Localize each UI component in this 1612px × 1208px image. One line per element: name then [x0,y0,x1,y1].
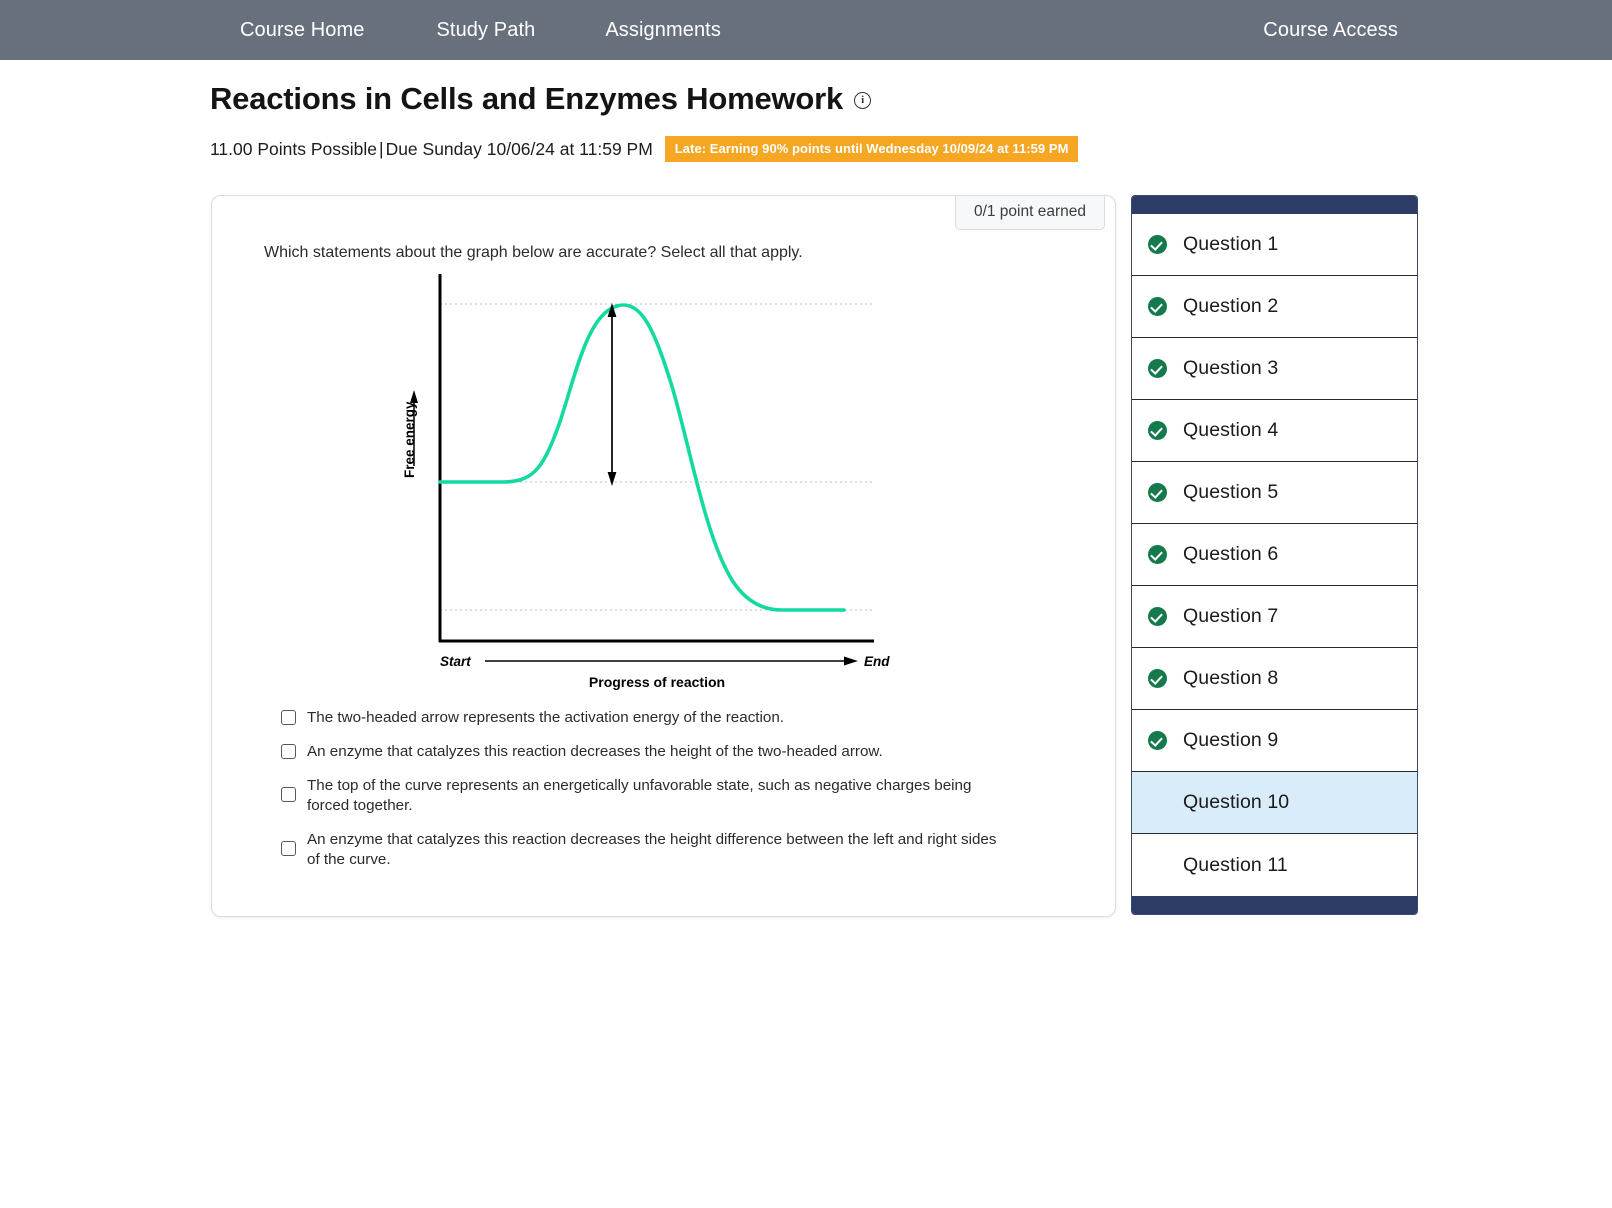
page-title: Reactions in Cells and Enzymes Homework … [210,81,1460,116]
nav-item-assignments[interactable]: Assignments [605,20,721,40]
option-row-1[interactable]: The two-headed arrow represents the acti… [281,708,1081,728]
qnav-item-question-1[interactable]: Question 1 [1132,214,1417,276]
qnav-label: Question 4 [1183,419,1279,441]
check-placeholder [1148,856,1167,875]
info-circle-icon[interactable]: i [854,91,872,109]
qnav-item-question-5[interactable]: Question 5 [1132,462,1417,524]
points-possible-label: 11.00 Points Possible [210,138,378,159]
qnav-item-question-11[interactable]: Question 11 [1132,834,1417,896]
option-row-4[interactable]: An enzyme that catalyzes this reaction d… [281,830,1081,870]
qnav-label: Question 11 [1183,853,1288,876]
check-circle-icon [1148,731,1167,750]
page-title-text: Reactions in Cells and Enzymes Homework [210,81,844,116]
option-row-3[interactable]: The top of the curve represents an energ… [281,776,1081,816]
check-circle-icon [1148,545,1167,564]
top-navigation-bar: Course Home Study Path Assignments Cours… [0,0,1612,60]
qnav-label: Question 9 [1183,729,1279,751]
question-card: 0/1 point earned Which statements about … [211,195,1116,917]
qnav-item-question-6[interactable]: Question 6 [1132,524,1417,586]
option-row-2[interactable]: An enzyme that catalyzes this reaction d… [281,742,1081,762]
points-earned-badge: 0/1 point earned [954,196,1105,230]
qnav-label: Question 2 [1183,295,1279,317]
qnav-item-question-2[interactable]: Question 2 [1132,276,1417,338]
check-circle-icon [1148,669,1167,688]
qnav-label: Question 10 [1183,791,1290,813]
qnav-item-question-8[interactable]: Question 8 [1132,648,1417,710]
option-checkbox-4[interactable] [281,841,296,857]
option-label-2: An enzyme that catalyzes this reaction d… [307,743,883,761]
check-circle-icon [1148,235,1167,254]
qnav-item-question-10[interactable]: Question 10 [1132,772,1417,834]
nav-item-course-access[interactable]: Course Access [1263,19,1398,41]
qnav-label: Question 3 [1183,357,1279,379]
qnav-label: Question 8 [1183,667,1279,689]
qnav-list: Question 1 Question 2 Question 3 Questio… [1132,214,1417,896]
check-circle-icon [1148,421,1167,440]
qnav-label: Question 5 [1183,481,1279,503]
top-nav-right: Course Access [1263,20,1398,41]
activation-energy-arrow [607,303,617,486]
option-checkbox-3[interactable] [281,787,296,803]
qnav-item-question-7[interactable]: Question 7 [1132,586,1417,648]
qnav-label: Question 1 [1183,233,1279,255]
qnav-label: Question 7 [1183,605,1279,627]
nav-item-course-home[interactable]: Course Home [240,20,364,40]
check-circle-icon [1148,607,1167,626]
question-navigation-panel: Question 1 Question 2 Question 3 Questio… [1131,195,1418,915]
late-policy-badge: Late: Earning 90% points until Wednesday… [664,136,1079,163]
qnav-bottom-bar [1132,896,1417,914]
top-nav-links: Course Home Study Path Assignments [240,20,721,40]
check-placeholder [1148,793,1167,812]
qnav-item-question-9[interactable]: Question 9 [1132,710,1417,772]
qnav-item-question-4[interactable]: Question 4 [1132,400,1417,462]
energy-curve [438,303,846,612]
free-energy-diagram: Free energy Start End Progress of reacti… [392,270,902,690]
option-label-1: The two-headed arrow represents the acti… [307,709,784,726]
meta-separator: | [379,138,384,159]
question-prompt: Which statements about the graph below a… [264,244,803,261]
answer-options: The two-headed arrow represents the acti… [281,708,1081,870]
x-axis-start-label: Start [440,654,471,669]
page-header: Reactions in Cells and Enzymes Homework … [210,81,1460,163]
option-label-4: An enzyme that catalyzes this reaction d… [307,831,997,869]
check-circle-icon [1148,297,1167,316]
qnav-top-bar [1132,196,1417,214]
qnav-label: Question 6 [1183,543,1279,565]
assignment-meta: 11.00 Points Possible | Due Sunday 10/06… [210,136,1460,163]
nav-item-study-path[interactable]: Study Path [436,20,535,40]
option-label-3: The top of the curve represents an energ… [307,777,972,815]
due-date-label: Due Sunday 10/06/24 at 11:59 PM [385,138,653,159]
option-checkbox-1[interactable] [281,710,296,725]
x-axis-label: Progress of reaction [589,674,725,690]
option-checkbox-2[interactable] [281,744,296,760]
x-axis-end-label: End [864,654,890,669]
check-circle-icon [1148,483,1167,502]
y-axis-label: Free energy [402,401,417,478]
qnav-item-question-3[interactable]: Question 3 [1132,338,1417,400]
check-circle-icon [1148,359,1167,378]
